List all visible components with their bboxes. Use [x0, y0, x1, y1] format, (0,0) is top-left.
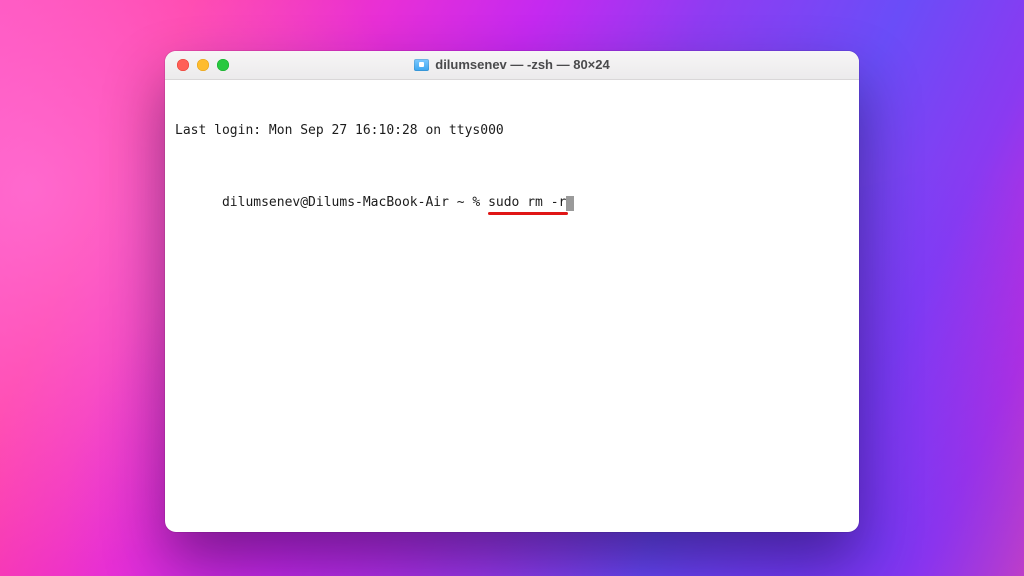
- maximize-icon[interactable]: [217, 59, 229, 71]
- folder-icon: [414, 59, 429, 71]
- close-icon[interactable]: [177, 59, 189, 71]
- annotation-underline: [488, 212, 568, 215]
- terminal-body[interactable]: Last login: Mon Sep 27 16:10:28 on ttys0…: [165, 80, 859, 276]
- window-controls: [165, 59, 229, 71]
- window-title: dilumsenev — -zsh — 80×24: [435, 57, 609, 72]
- minimize-icon[interactable]: [197, 59, 209, 71]
- typed-command: sudo rm -r: [488, 195, 566, 210]
- terminal-window: dilumsenev — -zsh — 80×24 Last login: Mo…: [165, 51, 859, 532]
- titlebar[interactable]: dilumsenev — -zsh — 80×24: [165, 51, 859, 80]
- last-login-line: Last login: Mon Sep 27 16:10:28 on ttys0…: [175, 122, 849, 140]
- text-cursor: [566, 196, 574, 211]
- shell-prompt: dilumsenev@Dilums-MacBook-Air ~ %: [222, 195, 488, 210]
